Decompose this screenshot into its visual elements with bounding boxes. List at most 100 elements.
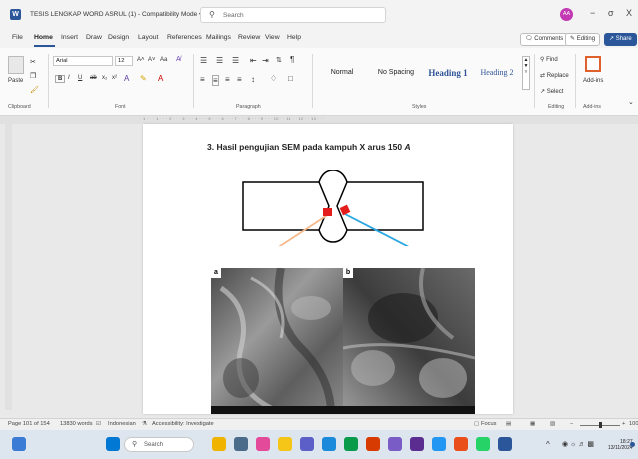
game-icon[interactable] [410, 437, 424, 451]
app-icon-2[interactable] [432, 437, 446, 451]
store-icon[interactable] [344, 437, 358, 451]
accessibility-status[interactable]: Accessibility: Investigate [152, 421, 214, 427]
notification-icon[interactable] [630, 442, 635, 447]
focus-button[interactable]: ▢ Focus [474, 421, 496, 427]
align-left-icon[interactable]: ≡ [200, 75, 205, 84]
weather-icon[interactable] [212, 437, 226, 451]
superscript-button[interactable]: x² [112, 75, 117, 81]
multilevel-list-icon[interactable]: ☰ [232, 56, 239, 65]
language[interactable]: Indonesian [108, 421, 136, 427]
style-heading-2[interactable]: Heading 2 [476, 58, 518, 88]
paste-button[interactable]: Paste [8, 78, 23, 84]
add-ins-button[interactable]: Add-ins [583, 78, 603, 84]
clock[interactable]: 18:27 13/11/2024 [608, 439, 633, 451]
restore-button[interactable]: σ [608, 8, 614, 18]
font-size-dropdown[interactable]: 12 [115, 56, 133, 66]
paste-icon[interactable] [8, 56, 24, 74]
align-center-icon[interactable]: ≡ [212, 75, 219, 86]
shrink-font-button[interactable]: A˅ [148, 57, 156, 63]
tab-draw[interactable]: Draw [86, 34, 102, 41]
select-button[interactable]: ↗ Select [540, 88, 563, 95]
word-taskbar-icon[interactable] [498, 437, 512, 451]
word-count[interactable]: 13830 words [60, 421, 93, 427]
file-explorer-icon[interactable] [278, 437, 292, 451]
bullets-icon[interactable]: ☰ [200, 56, 207, 65]
comments-button[interactable]: 🗨 Comments [520, 33, 569, 46]
styles-gallery-scroll[interactable]: ▲ ▼ ▿ [522, 56, 530, 90]
zoom-level[interactable]: 100 [629, 421, 638, 427]
pilcrow-icon[interactable]: ¶ [290, 55, 294, 64]
style-normal[interactable]: Normal [320, 58, 364, 88]
proofing-icon[interactable]: ☑ [96, 421, 101, 427]
search-box[interactable]: ⚲ Search [200, 7, 386, 23]
find-button[interactable]: ⚲ Find [540, 56, 558, 63]
change-case-button[interactable]: Aa [160, 57, 167, 63]
align-right-icon[interactable]: ≡ [225, 75, 230, 84]
zoom-in-button[interactable]: + [622, 421, 625, 427]
copilot-icon[interactable] [256, 437, 270, 451]
tab-design[interactable]: Design [108, 34, 129, 41]
line-spacing-icon[interactable]: ↕ [251, 75, 255, 84]
bold-button[interactable]: B [55, 75, 66, 83]
increase-indent-icon[interactable]: ⇥ [262, 56, 269, 65]
print-layout-icon[interactable]: ▦ [530, 421, 535, 427]
edge-icon[interactable] [322, 437, 336, 451]
app-icon[interactable] [388, 437, 402, 451]
tab-references[interactable]: References [167, 34, 202, 41]
sort-icon[interactable]: ⇅ [276, 56, 282, 64]
tab-view[interactable]: View [265, 34, 280, 41]
user-avatar[interactable]: AA [560, 8, 573, 21]
tab-insert[interactable]: Insert [61, 34, 78, 41]
zoom-slider-thumb[interactable] [599, 422, 602, 428]
tray-overflow-icon[interactable]: ^ [546, 440, 550, 449]
clear-format-icon[interactable]: A̸ [176, 56, 181, 63]
font-color-icon[interactable]: A [158, 74, 163, 83]
underline-button[interactable]: U [78, 75, 82, 81]
style-no-spacing[interactable]: No Spacing [372, 58, 420, 88]
font-name-dropdown[interactable]: Arial [53, 56, 113, 66]
read-mode-icon[interactable]: ▤ [506, 421, 511, 427]
strikethrough-button[interactable]: ab [90, 75, 97, 81]
web-layout-icon[interactable]: ▧ [550, 421, 555, 427]
copy-icon[interactable]: ❐ [30, 72, 36, 80]
horizontal-ruler[interactable]: · 1 · · · 1 · · · 2 · · · 3 · · · 4 · · … [0, 116, 638, 124]
borders-icon[interactable]: □ [288, 74, 293, 83]
format-painter-icon[interactable]: 🖌 [30, 86, 39, 94]
page-count[interactable]: Page 101 of 154 [8, 421, 50, 427]
replace-button[interactable]: ⇄ Replace [540, 72, 569, 79]
minimize-button[interactable]: − [590, 8, 595, 18]
zoom-out-button[interactable]: − [570, 421, 573, 427]
whatsapp-icon[interactable] [476, 437, 490, 451]
vertical-ruler[interactable] [5, 124, 12, 410]
text-effects-icon[interactable]: A [124, 74, 129, 83]
numbering-icon[interactable]: ☰ [216, 56, 223, 65]
subscript-button[interactable]: x₂ [102, 75, 107, 81]
document-page[interactable]: 3. Hasil pengujian SEM pada kampuh X aru… [143, 124, 513, 414]
widgets-icon[interactable] [12, 437, 26, 451]
share-button[interactable]: ↗ Share [604, 33, 637, 46]
collapse-ribbon-icon[interactable]: ⌄ [628, 98, 634, 106]
tab-file[interactable]: File [12, 34, 23, 41]
shading-icon[interactable]: ♢ [270, 74, 277, 83]
task-view-icon[interactable] [234, 437, 248, 451]
teams-icon[interactable] [300, 437, 314, 451]
justify-icon[interactable]: ≡ [237, 75, 242, 84]
editing-mode-button[interactable]: ✎ Editing [565, 33, 601, 46]
add-ins-icon[interactable] [585, 56, 601, 72]
chrome-icon[interactable] [454, 437, 468, 451]
tab-mailings[interactable]: Mailings [206, 34, 231, 41]
tab-home[interactable]: Home [34, 34, 53, 41]
grow-font-button[interactable]: A˄ [137, 57, 145, 63]
start-button-icon[interactable] [106, 437, 120, 451]
style-heading-1[interactable]: Heading 1 [422, 58, 474, 88]
decrease-indent-icon[interactable]: ⇤ [250, 56, 257, 65]
cut-icon[interactable]: ✂ [30, 58, 36, 66]
tray-icons[interactable]: ◉ ☼ ♬ ▩ [562, 440, 594, 448]
office-icon[interactable] [366, 437, 380, 451]
close-button[interactable]: X [626, 8, 632, 18]
tab-review[interactable]: Review [238, 34, 260, 41]
taskbar-search[interactable]: ⚲ Search [124, 437, 194, 452]
tab-help[interactable]: Help [287, 34, 301, 41]
tab-layout[interactable]: Layout [138, 34, 158, 41]
italic-button[interactable]: I [68, 75, 70, 81]
